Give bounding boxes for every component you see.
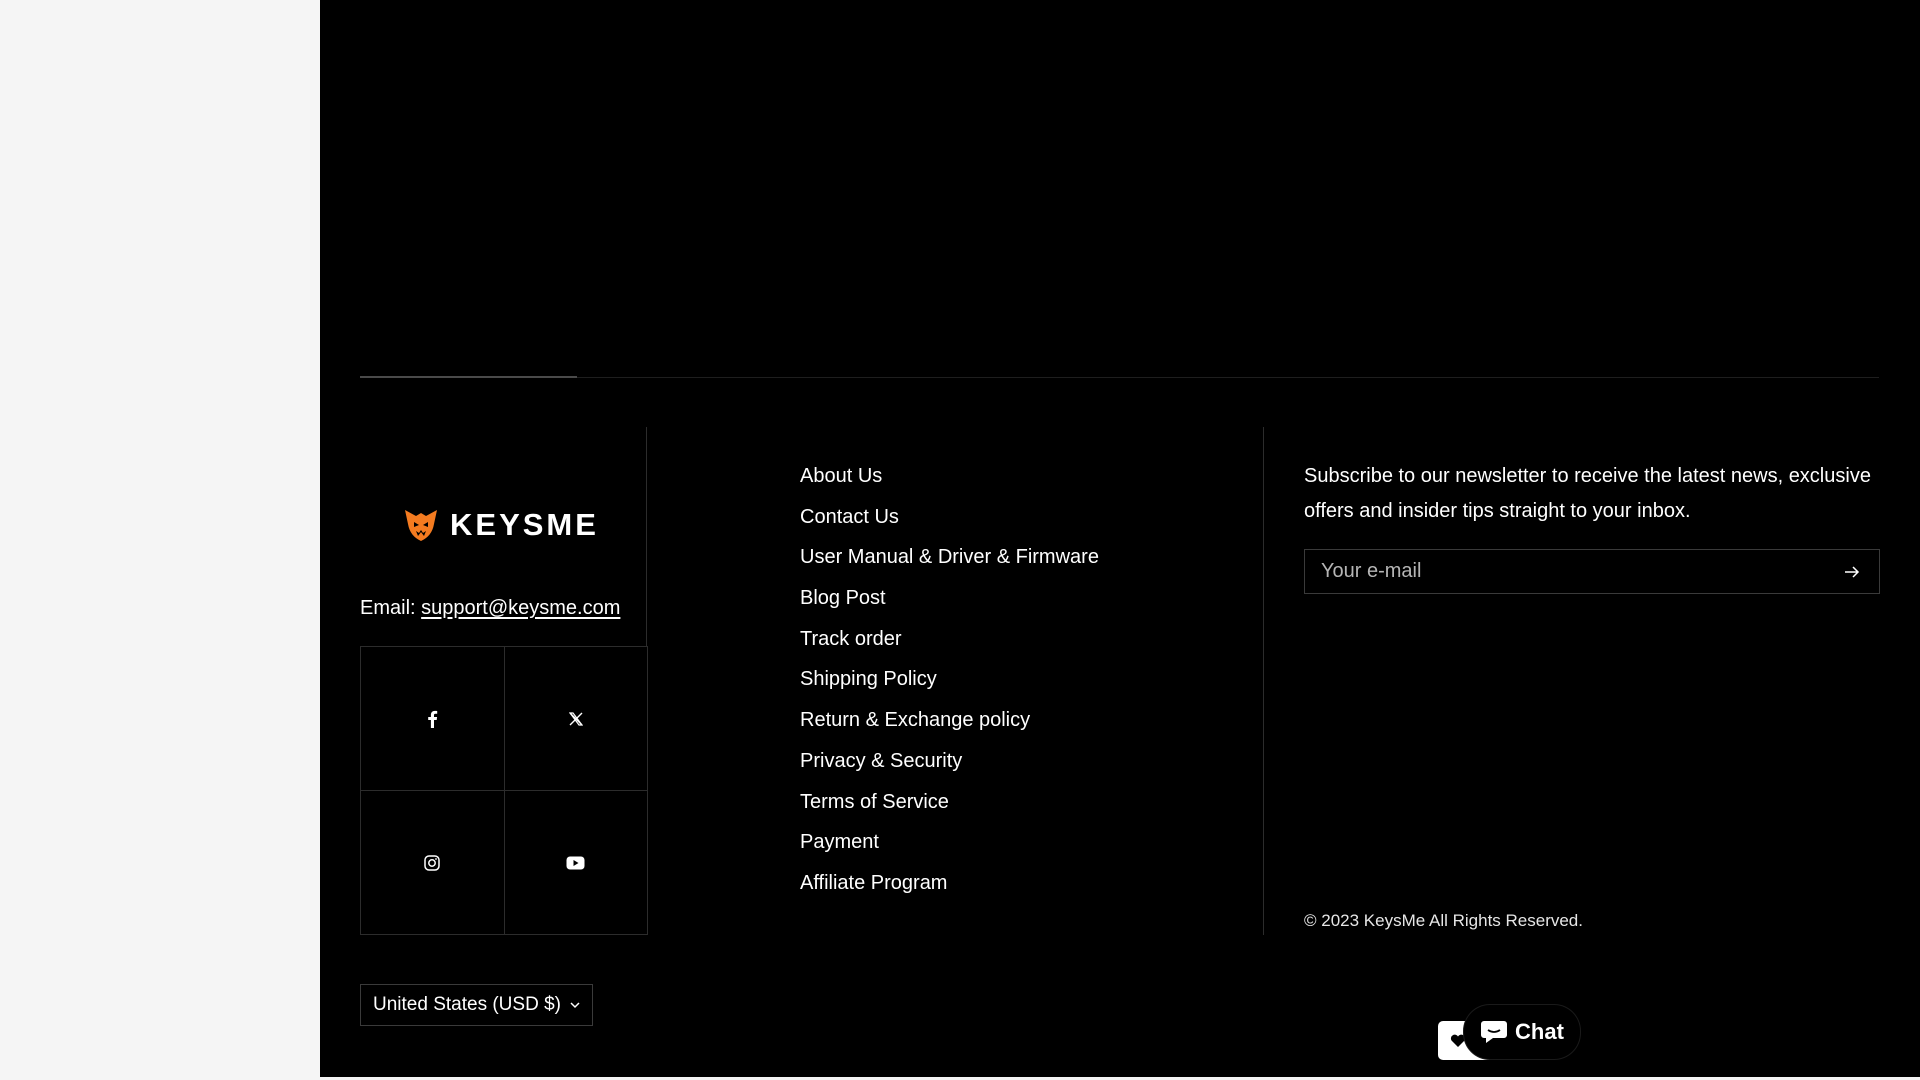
chevron-down-icon — [570, 1001, 580, 1009]
arrow-right-icon — [1845, 565, 1860, 578]
social-links-grid — [360, 646, 648, 935]
footer-link-about-us[interactable]: About Us — [800, 461, 1099, 502]
footer-links-list: About Us Contact Us User Manual & Driver… — [800, 461, 1099, 909]
footer-column-divider — [1263, 427, 1264, 935]
footer-link-affiliate-program[interactable]: Affiliate Program — [800, 868, 1099, 909]
footer-link-terms-of-service[interactable]: Terms of Service — [800, 787, 1099, 828]
currency-selected-value: United States (USD $) — [373, 994, 561, 1015]
support-email-link[interactable]: support@keysme.com — [421, 597, 620, 619]
newsletter-email-input[interactable] — [1305, 550, 1825, 593]
newsletter-form — [1304, 549, 1880, 594]
footer-link-blog-post[interactable]: Blog Post — [800, 583, 1099, 624]
keysme-logo[interactable]: KEYSME — [402, 507, 599, 543]
footer-link-payment[interactable]: Payment — [800, 827, 1099, 868]
site-footer: KEYSME Email: support@keysme.com About U… — [320, 0, 1920, 1077]
footer-link-track-order[interactable]: Track order — [800, 624, 1099, 665]
copyright-text: © 2023 KeysMe All Rights Reserved. — [1304, 911, 1583, 930]
footer-link-user-manual[interactable]: User Manual & Driver & Firmware — [800, 542, 1099, 583]
footer-brand-column: KEYSME Email: support@keysme.com — [360, 427, 648, 935]
social-link-instagram[interactable] — [361, 791, 505, 935]
carousel-scrollbar-track[interactable] — [360, 377, 1879, 378]
logo-wordmark: KEYSME — [450, 507, 599, 542]
x-twitter-icon — [568, 711, 583, 726]
instagram-icon — [424, 854, 440, 871]
youtube-icon — [566, 856, 585, 869]
chat-bubble-icon — [1481, 1021, 1508, 1043]
footer-link-shipping-policy[interactable]: Shipping Policy — [800, 664, 1099, 705]
currency-selector[interactable]: United States (USD $) — [360, 984, 593, 1026]
facebook-icon — [427, 710, 437, 728]
page-left-margin — [0, 0, 320, 1080]
footer-link-return-exchange[interactable]: Return & Exchange policy — [800, 705, 1099, 746]
email-label: Email: — [360, 597, 416, 619]
carousel-scrollbar-thumb[interactable] — [360, 376, 577, 378]
social-link-facebook[interactable] — [361, 647, 505, 791]
newsletter-submit-button[interactable] — [1825, 550, 1879, 593]
keysme-logo-mark — [405, 510, 437, 541]
footer-link-contact-us[interactable]: Contact Us — [800, 502, 1099, 543]
chat-button[interactable]: Chat — [1464, 1005, 1580, 1059]
contact-email-row: Email: support@keysme.com — [360, 597, 620, 620]
footer-link-privacy-security[interactable]: Privacy & Security — [800, 746, 1099, 787]
newsletter-description: Subscribe to our newsletter to receive t… — [1304, 465, 1871, 522]
social-link-x[interactable] — [504, 647, 648, 791]
newsletter-section: Subscribe to our newsletter to receive t… — [1304, 459, 1884, 594]
chat-label: Chat — [1515, 1019, 1564, 1044]
social-link-youtube[interactable] — [504, 791, 648, 935]
